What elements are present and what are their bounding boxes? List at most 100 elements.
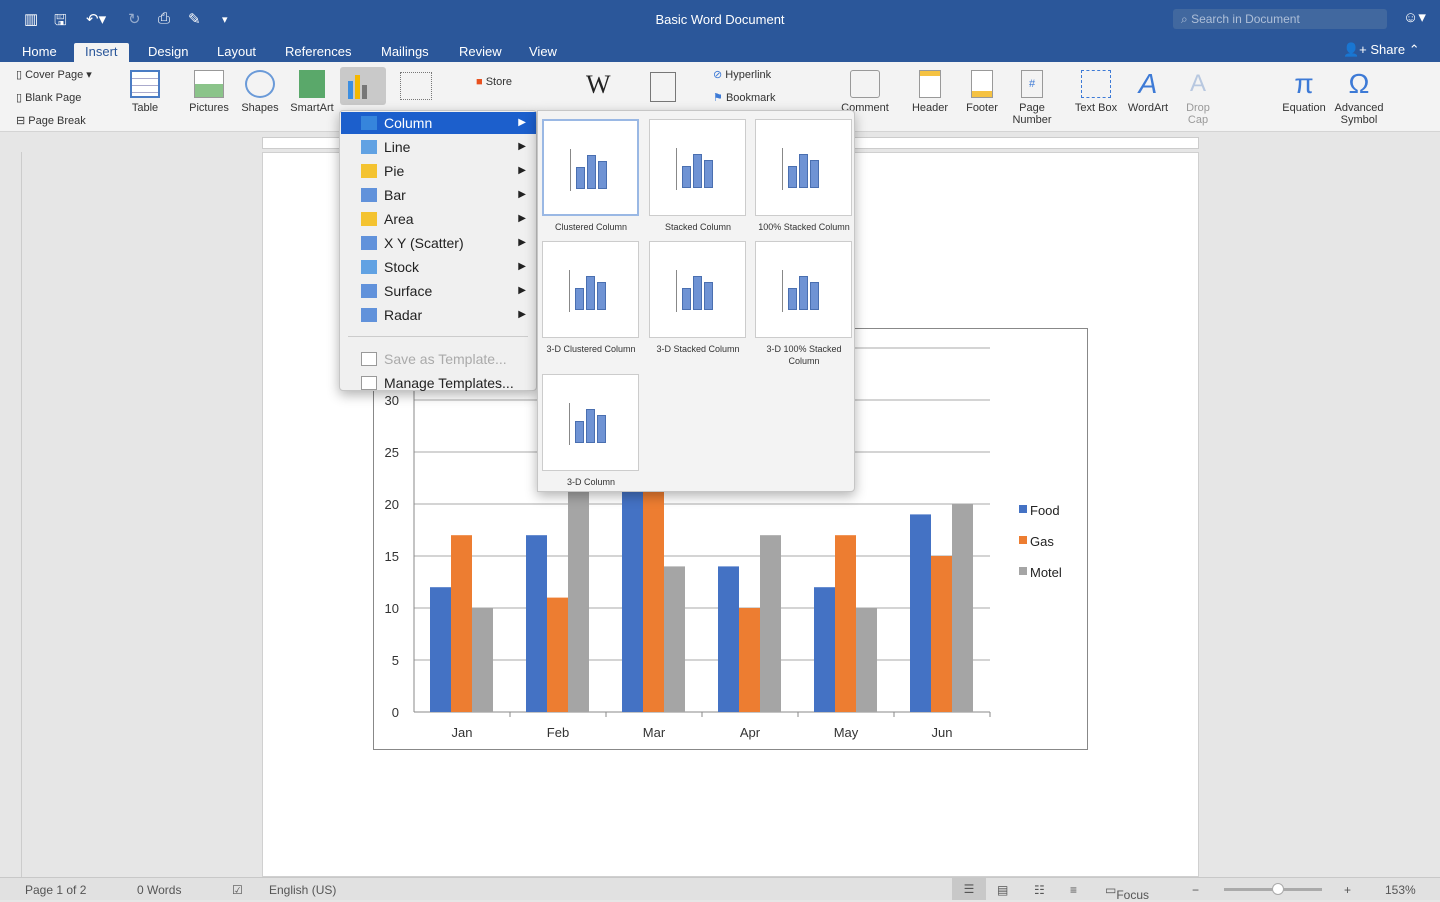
web-layout-icon[interactable]: ▤ <box>997 883 1008 897</box>
tab-references[interactable]: References <box>274 43 362 62</box>
menu-item-label: Manage Templates... <box>384 375 514 391</box>
template-icon <box>361 376 377 390</box>
bar-gas-jan[interactable] <box>451 535 472 712</box>
gallery-item-stacked-column[interactable] <box>649 119 746 216</box>
menu-item-pie[interactable]: Pie ▶ <box>341 160 536 182</box>
tab-layout[interactable]: Layout <box>206 43 267 62</box>
gallery-item-3-d-100-stacked-column[interactable] <box>755 241 852 338</box>
pictures-button[interactable]: Pictures <box>186 70 232 114</box>
wordart-icon: A <box>1138 68 1158 99</box>
bar-motel-jun[interactable] <box>952 504 973 712</box>
equation-button[interactable]: π Equation <box>1280 70 1328 115</box>
y-tick-label: 15 <box>385 549 399 564</box>
menu-item-bar[interactable]: Bar ▶ <box>341 184 536 206</box>
menu-item-stock[interactable]: Stock ▶ <box>341 256 536 278</box>
gallery-item-3-d-stacked-column[interactable] <box>649 241 746 338</box>
bookmark-button[interactable]: ⚑ Bookmark <box>713 91 775 104</box>
chart-type-icon <box>361 164 377 178</box>
page-count[interactable]: Page 1 of 2 <box>25 883 86 897</box>
page-number-button[interactable]: # Page Number <box>1008 70 1056 126</box>
header-button[interactable]: Header <box>908 70 952 114</box>
bar-motel-apr[interactable] <box>760 535 781 712</box>
zoom-slider-handle[interactable] <box>1272 883 1284 895</box>
menu-item-manage-templates[interactable]: Manage Templates... <box>341 372 536 394</box>
advanced-symbol-button[interactable]: Ω Advanced Symbol <box>1332 70 1386 127</box>
smartart-button[interactable]: SmartArt <box>287 70 337 114</box>
print-layout-icon[interactable]: ☰ <box>952 878 986 900</box>
shapes-button[interactable]: Shapes <box>239 70 281 114</box>
bar-food-apr[interactable] <box>718 566 739 712</box>
bar-motel-may[interactable] <box>856 608 877 712</box>
tab-review[interactable]: Review <box>448 43 513 62</box>
chart-type-icon <box>361 116 377 130</box>
drop-cap-button[interactable]: A Drop Cap <box>1178 70 1218 126</box>
table-button[interactable]: Table <box>125 70 165 114</box>
menu-item-label: Pie <box>384 163 405 179</box>
focus-button[interactable]: ▭ Focus <box>1105 883 1149 902</box>
draft-icon[interactable]: ≡ <box>1070 883 1077 897</box>
footer-button[interactable]: Footer <box>960 70 1004 114</box>
wordart-button[interactable]: A WordArt <box>1124 68 1172 115</box>
page-break-button[interactable]: ⊟ Page Break <box>16 114 86 127</box>
menu-item-area[interactable]: Area ▶ <box>341 208 536 230</box>
gallery-item-100-stacked-column[interactable] <box>755 119 852 216</box>
submenu-arrow-icon: ▶ <box>518 141 526 152</box>
tab-mailings[interactable]: Mailings <box>370 43 440 62</box>
tab-view[interactable]: View <box>518 43 568 62</box>
vertical-ruler[interactable] <box>0 152 22 877</box>
screenshot-button[interactable] <box>400 72 432 100</box>
bar-food-jan[interactable] <box>430 587 451 712</box>
menu-item-radar[interactable]: Radar ▶ <box>341 304 536 326</box>
zoom-out-button[interactable]: − <box>1192 883 1199 897</box>
cover-page-button[interactable]: ▯ Cover Page ▾ <box>16 68 92 81</box>
share-button[interactable]: 👤+ Share ⌃ <box>1343 42 1420 58</box>
bar-gas-feb[interactable] <box>547 597 568 712</box>
comment-icon <box>850 70 880 98</box>
outline-icon[interactable]: ☷ <box>1034 883 1045 897</box>
language[interactable]: English (US) <box>269 883 336 897</box>
search-input[interactable]: ⌕ Search in Document <box>1173 9 1387 29</box>
chart-type-icon <box>361 308 377 322</box>
proofing-icon[interactable]: ☑ <box>232 883 243 897</box>
wikipedia-icon[interactable]: W <box>586 70 611 100</box>
menu-item-column[interactable]: Column ▶ <box>341 112 536 134</box>
text-box-icon <box>1081 70 1111 98</box>
comment-button[interactable]: Comment <box>840 70 890 114</box>
store-button[interactable]: ■ Store <box>476 76 512 88</box>
tab-design[interactable]: Design <box>137 43 199 62</box>
menu-item-surface[interactable]: Surface ▶ <box>341 280 536 302</box>
gallery-item-clustered-column[interactable] <box>542 119 639 216</box>
tab-home[interactable]: Home <box>11 43 68 62</box>
x-tick-label: Apr <box>740 725 761 740</box>
legend-label: Motel <box>1030 565 1062 580</box>
bar-motel-feb[interactable] <box>568 483 589 712</box>
gallery-item-3-d-column[interactable] <box>542 374 639 471</box>
bar-food-jun[interactable] <box>910 514 931 712</box>
bar-gas-apr[interactable] <box>739 608 760 712</box>
bar-gas-may[interactable] <box>835 535 856 712</box>
gallery-item-label: 3-D Column <box>566 477 615 487</box>
bar-gas-mar[interactable] <box>643 472 664 712</box>
menu-item-x-y-scatter[interactable]: X Y (Scatter) ▶ <box>341 232 536 254</box>
bar-food-may[interactable] <box>814 587 835 712</box>
bar-motel-jan[interactable] <box>472 608 493 712</box>
equation-label: Equation <box>1282 102 1326 114</box>
word-count[interactable]: 0 Words <box>137 883 181 897</box>
zoom-level[interactable]: 153% <box>1385 883 1416 897</box>
menu-item-line[interactable]: Line ▶ <box>341 136 536 158</box>
bar-food-feb[interactable] <box>526 535 547 712</box>
tab-insert[interactable]: Insert <box>74 43 129 62</box>
blank-page-button[interactable]: ▯ Blank Page <box>16 91 81 104</box>
text-box-button[interactable]: Text Box <box>1072 70 1120 114</box>
bar-motel-mar[interactable] <box>664 566 685 712</box>
bar-gas-jun[interactable] <box>931 556 952 712</box>
hyperlink-button[interactable]: ⊘ Hyperlink <box>713 68 771 81</box>
chart-button[interactable] <box>340 67 386 105</box>
feedback-smiley-icon[interactable]: ☺▾ <box>1403 8 1426 26</box>
gallery-item-3-d-clustered-column[interactable] <box>542 241 639 338</box>
blank-page-label: Blank Page <box>25 92 82 104</box>
media-button[interactable] <box>650 72 676 102</box>
chart-type-menu: Column ▶ Line ▶ Pie ▶ Bar ▶ Area ▶ X Y (Scatter) ▶ S… <box>339 110 537 391</box>
zoom-in-button[interactable]: + <box>1344 883 1351 897</box>
y-tick-label: 30 <box>385 393 399 408</box>
